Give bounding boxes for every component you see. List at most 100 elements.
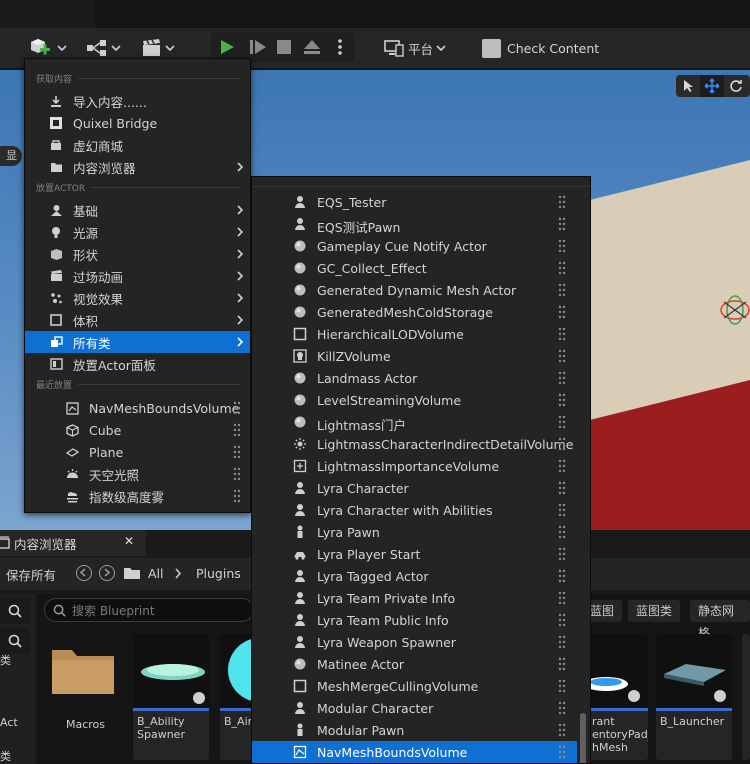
platforms-button[interactable]: 平台 bbox=[384, 28, 446, 68]
class-item[interactable]: LevelStreamingVolume bbox=[252, 389, 577, 411]
content-browser-tab[interactable]: 内容浏览器 ✕ bbox=[0, 530, 146, 556]
menu-item-cinematics[interactable]: 过场动画 bbox=[25, 265, 250, 287]
asset-tile[interactable]: B_Ability Spawner bbox=[133, 634, 209, 760]
drag-handle-icon[interactable] bbox=[558, 459, 566, 473]
drag-handle-icon[interactable] bbox=[558, 481, 566, 495]
class-item[interactable]: EQS测试Pawn bbox=[252, 213, 577, 235]
class-item[interactable]: Gameplay Cue Notify Actor bbox=[252, 235, 577, 257]
drag-handle-icon[interactable] bbox=[233, 467, 241, 481]
rotate-tool[interactable] bbox=[724, 75, 748, 97]
drag-handle-icon[interactable] bbox=[558, 591, 566, 605]
drag-handle-icon[interactable] bbox=[558, 613, 566, 627]
drag-handle-icon[interactable] bbox=[558, 349, 566, 363]
class-item[interactable]: LightmassCharacterIndirectDetailVolume bbox=[252, 433, 577, 455]
drag-handle-icon[interactable] bbox=[558, 437, 566, 451]
drag-handle-icon[interactable] bbox=[558, 525, 566, 539]
asset-tile-macros[interactable]: Macros bbox=[48, 634, 124, 760]
back-icon[interactable] bbox=[76, 565, 92, 581]
class-item[interactable]: Lyra Team Public Info bbox=[252, 609, 577, 631]
class-item[interactable]: Lyra Character with Abilities bbox=[252, 499, 577, 521]
drag-handle-icon[interactable] bbox=[233, 445, 241, 459]
menu-item-volumes[interactable]: 体积 bbox=[25, 309, 250, 331]
breadcrumb-all[interactable]: All bbox=[148, 566, 164, 581]
drag-handle-icon[interactable] bbox=[558, 195, 566, 209]
recent-item-height-fog[interactable]: 指数级高度雾 bbox=[25, 485, 250, 507]
class-item[interactable]: GeneratedMeshColdStorage bbox=[252, 301, 577, 323]
menu-item-place-actor-panel[interactable]: 放置Actor面板 bbox=[25, 353, 250, 375]
drag-handle-icon[interactable] bbox=[558, 745, 566, 759]
class-item[interactable]: LightmassImportanceVolume bbox=[252, 455, 577, 477]
class-item[interactable]: Lightmass门户 bbox=[252, 411, 577, 433]
filter-blueprint-class[interactable]: 蓝图类 bbox=[628, 600, 681, 622]
viewport-options-button[interactable]: 显 bbox=[0, 146, 22, 166]
drag-handle-icon[interactable] bbox=[558, 503, 566, 517]
play-icon[interactable] bbox=[219, 39, 235, 55]
class-item[interactable]: Lyra Team Private Info bbox=[252, 587, 577, 609]
class-item[interactable]: Matinee Actor bbox=[252, 653, 577, 675]
menu-item-marketplace[interactable]: 虚幻商城 bbox=[25, 134, 250, 156]
class-item[interactable]: Lyra Tagged Actor bbox=[252, 565, 577, 587]
class-item[interactable]: EQS_Tester bbox=[252, 191, 577, 213]
drag-handle-icon[interactable] bbox=[558, 415, 566, 429]
folder-icon[interactable] bbox=[123, 566, 141, 580]
collections-search-button[interactable] bbox=[0, 628, 30, 654]
check-content-button[interactable]: Check Content bbox=[482, 28, 599, 68]
drag-handle-icon[interactable] bbox=[558, 635, 566, 649]
class-item[interactable]: NavMeshBoundsVolume bbox=[252, 741, 577, 763]
drag-handle-icon[interactable] bbox=[233, 401, 241, 415]
drag-handle-icon[interactable] bbox=[558, 283, 566, 297]
menu-item-lights[interactable]: 光源 bbox=[25, 221, 250, 243]
recent-item-skylight[interactable]: 天空光照 bbox=[25, 463, 250, 485]
class-item[interactable]: GC_Collect_Effect bbox=[252, 257, 577, 279]
class-item[interactable]: KillZVolume bbox=[252, 345, 577, 367]
close-icon[interactable]: ✕ bbox=[124, 534, 134, 548]
breadcrumb-plugins[interactable]: Plugins bbox=[196, 566, 241, 581]
class-item[interactable]: HierarchicalLODVolume bbox=[252, 323, 577, 345]
recent-item-plane[interactable]: Plane bbox=[25, 441, 250, 463]
menu-item-import-content[interactable]: 导入内容...... bbox=[25, 90, 250, 112]
drag-handle-icon[interactable] bbox=[558, 657, 566, 671]
more-options-icon[interactable] bbox=[337, 38, 343, 56]
save-all-button[interactable]: 保存所有 bbox=[6, 565, 56, 584]
recent-item-cube[interactable]: Cube bbox=[25, 419, 250, 441]
menu-item-content-browser[interactable]: 内容浏览器 bbox=[25, 156, 250, 178]
menu-item-basic[interactable]: 基础 bbox=[25, 199, 250, 221]
class-item[interactable]: Lyra Weapon Spawner bbox=[252, 631, 577, 653]
drag-handle-icon[interactable] bbox=[558, 547, 566, 561]
step-icon[interactable] bbox=[249, 39, 267, 55]
drag-handle-icon[interactable] bbox=[558, 701, 566, 715]
asset-tile[interactable]: rant entoryPad_ hMesh bbox=[588, 634, 648, 760]
drag-handle-icon[interactable] bbox=[558, 239, 566, 253]
drag-handle-icon[interactable] bbox=[558, 371, 566, 385]
forward-icon[interactable] bbox=[99, 565, 115, 581]
drag-handle-icon[interactable] bbox=[233, 423, 241, 437]
class-item[interactable]: Modular Character bbox=[252, 697, 577, 719]
submenu-scrollbar[interactable] bbox=[580, 713, 586, 763]
menu-item-visual-effects[interactable]: 视觉效果 bbox=[25, 287, 250, 309]
drag-handle-icon[interactable] bbox=[233, 489, 241, 503]
drag-handle-icon[interactable] bbox=[558, 723, 566, 737]
menu-item-shapes[interactable]: 形状 bbox=[25, 243, 250, 265]
drag-handle-icon[interactable] bbox=[558, 679, 566, 693]
eject-icon[interactable] bbox=[303, 39, 321, 55]
asset-search-input[interactable]: 搜索 Blueprint bbox=[44, 598, 254, 622]
class-item[interactable]: Generated Dynamic Mesh Actor bbox=[252, 279, 577, 301]
filter-static-mesh[interactable]: 静态网格 bbox=[690, 600, 750, 640]
select-tool[interactable] bbox=[676, 75, 700, 97]
class-item[interactable]: Modular Pawn bbox=[252, 719, 577, 741]
class-item[interactable]: MeshMergeCullingVolume bbox=[252, 675, 577, 697]
class-item[interactable]: Landmass Actor bbox=[252, 367, 577, 389]
menu-item-all-classes[interactable]: 所有类 bbox=[25, 331, 250, 353]
recent-item-navmesh[interactable]: NavMeshBoundsVolume bbox=[25, 397, 250, 419]
drag-handle-icon[interactable] bbox=[558, 261, 566, 275]
class-item[interactable]: Lyra Player Start bbox=[252, 543, 577, 565]
menu-item-quixel-bridge[interactable]: Quixel Bridge bbox=[25, 112, 250, 134]
drag-handle-icon[interactable] bbox=[558, 569, 566, 583]
stop-icon[interactable] bbox=[277, 40, 291, 54]
asset-tile[interactable]: B_Launcher bbox=[656, 634, 732, 760]
class-item[interactable]: Lyra Character bbox=[252, 477, 577, 499]
drag-handle-icon[interactable] bbox=[558, 217, 566, 231]
move-tool[interactable] bbox=[700, 75, 724, 97]
drag-handle-icon[interactable] bbox=[558, 393, 566, 407]
asset-tile-partial[interactable] bbox=[742, 634, 750, 760]
